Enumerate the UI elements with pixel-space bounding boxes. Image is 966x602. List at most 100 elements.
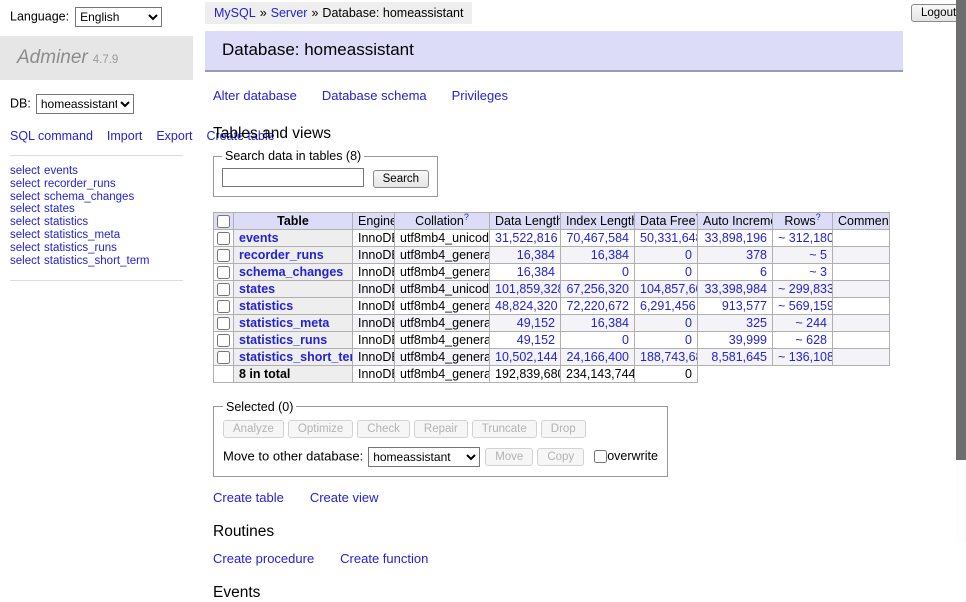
- table-link-states[interactable]: states: [44, 203, 75, 215]
- table-name-link[interactable]: statistics: [239, 299, 293, 313]
- repair-button[interactable]: Repair: [414, 420, 468, 438]
- data-free-cell[interactable]: 0: [635, 331, 698, 348]
- row-checkbox[interactable]: [217, 317, 230, 330]
- table-name-link[interactable]: statistics_short_term: [239, 350, 353, 364]
- auto-increment-cell[interactable]: 325: [698, 314, 773, 331]
- select-link-recorder-runs[interactable]: select: [10, 178, 40, 190]
- table-name-link[interactable]: events: [239, 231, 279, 245]
- rows-count-cell[interactable]: ~ 5: [773, 246, 833, 263]
- data-length-cell[interactable]: 10,502,144: [490, 348, 561, 365]
- rows-count-cell[interactable]: ~ 569,159: [773, 297, 833, 314]
- table-name-link[interactable]: statistics_runs: [239, 333, 327, 347]
- table-name-link[interactable]: statistics_meta: [239, 316, 329, 330]
- table-link-schema-changes[interactable]: schema_changes: [44, 191, 134, 203]
- page-scrollbar[interactable]: [956, 0, 966, 543]
- action-link-privileges[interactable]: Privileges: [452, 88, 508, 103]
- select-all-checkbox[interactable]: [217, 215, 230, 228]
- data-free-cell[interactable]: 188,743,680: [635, 348, 698, 365]
- rows-count-cell[interactable]: ~ 244: [773, 314, 833, 331]
- auto-increment-cell[interactable]: 39,999: [698, 331, 773, 348]
- table-name-link[interactable]: states: [239, 282, 275, 296]
- index-length-cell[interactable]: 70,467,584: [561, 229, 635, 246]
- row-checkbox[interactable]: [217, 283, 230, 296]
- table-name-link[interactable]: schema_changes: [239, 265, 343, 279]
- breadcrumb-link-mysql[interactable]: MySQL: [214, 6, 256, 20]
- sidebar-link-import[interactable]: Import: [107, 129, 142, 143]
- analyze-button[interactable]: Analyze: [223, 420, 284, 438]
- row-checkbox[interactable]: [217, 334, 230, 347]
- action-link-database-schema[interactable]: Database schema: [322, 88, 427, 103]
- select-link-events[interactable]: select: [10, 165, 40, 177]
- select-link-statistics[interactable]: select: [10, 216, 40, 228]
- data-length-cell[interactable]: 48,824,320: [490, 297, 561, 314]
- rows-count-cell[interactable]: ~ 312,180: [773, 229, 833, 246]
- truncate-button[interactable]: Truncate: [472, 420, 537, 438]
- check-button[interactable]: Check: [357, 420, 410, 438]
- copy-button[interactable]: Copy: [537, 448, 584, 466]
- search-input[interactable]: [222, 168, 364, 187]
- auto-increment-cell[interactable]: 913,577: [698, 297, 773, 314]
- create-link-create-view[interactable]: Create view: [310, 490, 379, 505]
- move-button[interactable]: Move: [485, 448, 533, 466]
- row-checkbox[interactable]: [217, 249, 230, 262]
- table-link-statistics[interactable]: statistics: [44, 216, 88, 228]
- table-link-statistics-meta[interactable]: statistics_meta: [44, 229, 120, 241]
- rows-count-cell[interactable]: ~ 136,108: [773, 348, 833, 365]
- move-db-select[interactable]: homeassistant: [368, 447, 480, 467]
- table-link-events[interactable]: events: [44, 165, 78, 177]
- row-checkbox[interactable]: [217, 266, 230, 279]
- index-length-cell[interactable]: 16,384: [561, 246, 635, 263]
- search-button[interactable]: Search: [373, 170, 429, 188]
- drop-button[interactable]: Drop: [541, 420, 586, 438]
- rows-count-cell[interactable]: ~ 299,833: [773, 280, 833, 297]
- data-length-cell[interactable]: 16,384: [490, 263, 561, 280]
- select-link-statistics-meta[interactable]: select: [10, 229, 40, 241]
- select-link-statistics-runs[interactable]: select: [10, 242, 40, 254]
- data-length-cell[interactable]: 101,859,328: [490, 280, 561, 297]
- auto-increment-cell[interactable]: 8,581,645: [698, 348, 773, 365]
- scrollbar-thumb[interactable]: [956, 0, 966, 460]
- auto-increment-cell[interactable]: 6: [698, 263, 773, 280]
- data-free-cell[interactable]: 0: [635, 314, 698, 331]
- data-length-cell[interactable]: 16,384: [490, 246, 561, 263]
- language-select[interactable]: English: [75, 7, 162, 27]
- row-checkbox[interactable]: [217, 351, 230, 364]
- data-free-cell[interactable]: 50,331,648: [635, 229, 698, 246]
- routine-link-create-function[interactable]: Create function: [340, 551, 428, 566]
- index-length-cell[interactable]: 24,166,400: [561, 348, 635, 365]
- auto-increment-cell[interactable]: 378: [698, 246, 773, 263]
- select-link-statistics-short-term[interactable]: select: [10, 255, 40, 267]
- data-free-cell[interactable]: 6,291,456: [635, 297, 698, 314]
- sidebar-link-export[interactable]: Export: [156, 129, 192, 143]
- data-free-cell[interactable]: 0: [635, 246, 698, 263]
- breadcrumb-link-server[interactable]: Server: [271, 6, 308, 20]
- select-link-schema-changes[interactable]: select: [10, 191, 40, 203]
- auto-increment-cell[interactable]: 33,398,984: [698, 280, 773, 297]
- table-link-recorder-runs[interactable]: recorder_runs: [44, 178, 116, 190]
- rows-count-cell[interactable]: ~ 3: [773, 263, 833, 280]
- action-link-alter-database[interactable]: Alter database: [213, 88, 297, 103]
- row-checkbox[interactable]: [217, 300, 230, 313]
- data-free-cell[interactable]: 104,857,600: [635, 280, 698, 297]
- table-name-link[interactable]: recorder_runs: [239, 248, 324, 262]
- data-free-cell[interactable]: 0: [635, 263, 698, 280]
- data-length-cell[interactable]: 49,152: [490, 331, 561, 348]
- routine-link-create-procedure[interactable]: Create procedure: [213, 551, 314, 566]
- help-link-rows[interactable]: ?: [816, 212, 821, 221]
- index-length-cell[interactable]: 67,256,320: [561, 280, 635, 297]
- data-length-cell[interactable]: 31,522,816: [490, 229, 561, 246]
- row-checkbox[interactable]: [217, 232, 230, 245]
- select-link-states[interactable]: select: [10, 203, 40, 215]
- table-link-statistics-runs[interactable]: statistics_runs: [44, 242, 117, 254]
- rows-count-cell[interactable]: ~ 628: [773, 331, 833, 348]
- index-length-cell[interactable]: 72,220,672: [561, 297, 635, 314]
- index-length-cell[interactable]: 0: [561, 263, 635, 280]
- optimize-button[interactable]: Optimize: [288, 420, 353, 438]
- auto-increment-cell[interactable]: 33,898,196: [698, 229, 773, 246]
- index-length-cell[interactable]: 16,384: [561, 314, 635, 331]
- create-link-create-table[interactable]: Create table: [213, 490, 284, 505]
- sidebar-link-sql-command[interactable]: SQL command: [10, 129, 93, 143]
- table-link-statistics-short-term[interactable]: statistics_short_term: [44, 255, 149, 267]
- overwrite-checkbox[interactable]: [594, 450, 607, 463]
- db-select[interactable]: homeassistant: [36, 94, 134, 114]
